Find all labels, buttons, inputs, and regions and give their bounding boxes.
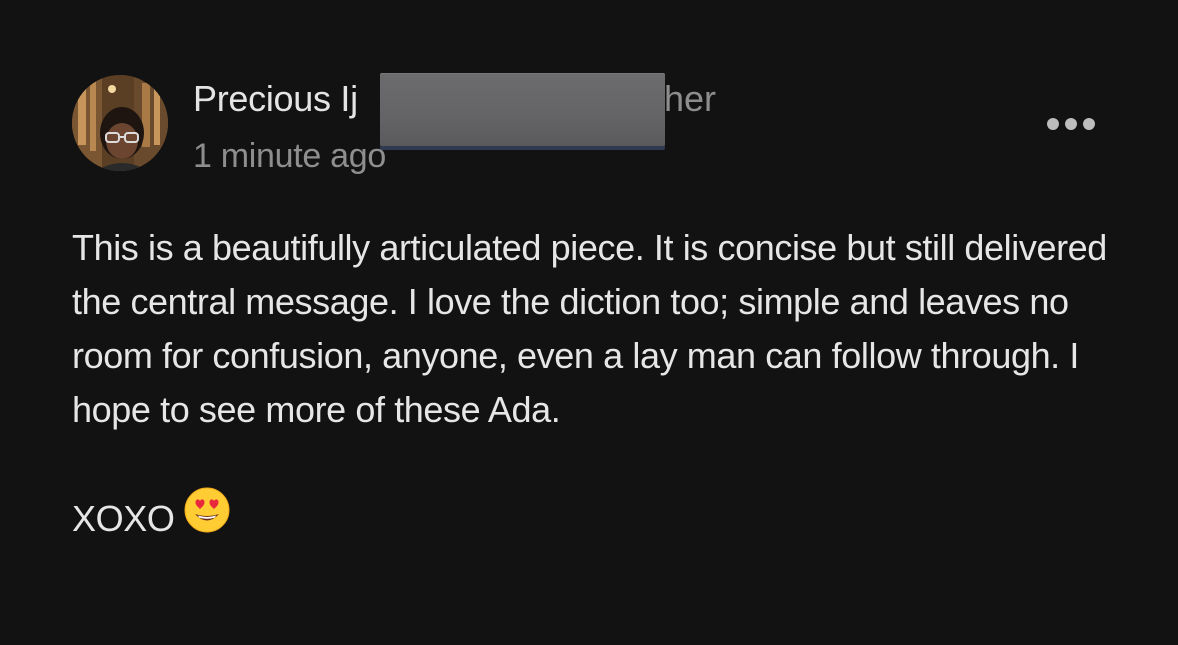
author-name[interactable]: Precious Ij bbox=[193, 78, 358, 120]
signoff-text: XOXO bbox=[72, 498, 175, 540]
avatar-photo-icon bbox=[72, 75, 168, 171]
more-horizontal-icon bbox=[1047, 118, 1095, 130]
more-options-button[interactable] bbox=[1038, 106, 1104, 142]
redaction-box bbox=[380, 73, 665, 146]
heart-eyes-emoji-icon bbox=[184, 487, 230, 548]
comment-paragraph: This is a beautifully articulated piece.… bbox=[72, 227, 1107, 430]
comment-signoff: XOXO bbox=[72, 487, 1132, 552]
comment-body: This is a beautifully articulated piece.… bbox=[72, 221, 1132, 552]
author-name-suffix[interactable]: her bbox=[664, 78, 716, 120]
comment-card: Precious Ij her 1 minute ago This is a b… bbox=[0, 0, 1178, 645]
user-avatar[interactable] bbox=[72, 75, 168, 171]
comment-timestamp[interactable]: 1 minute ago bbox=[193, 137, 386, 176]
